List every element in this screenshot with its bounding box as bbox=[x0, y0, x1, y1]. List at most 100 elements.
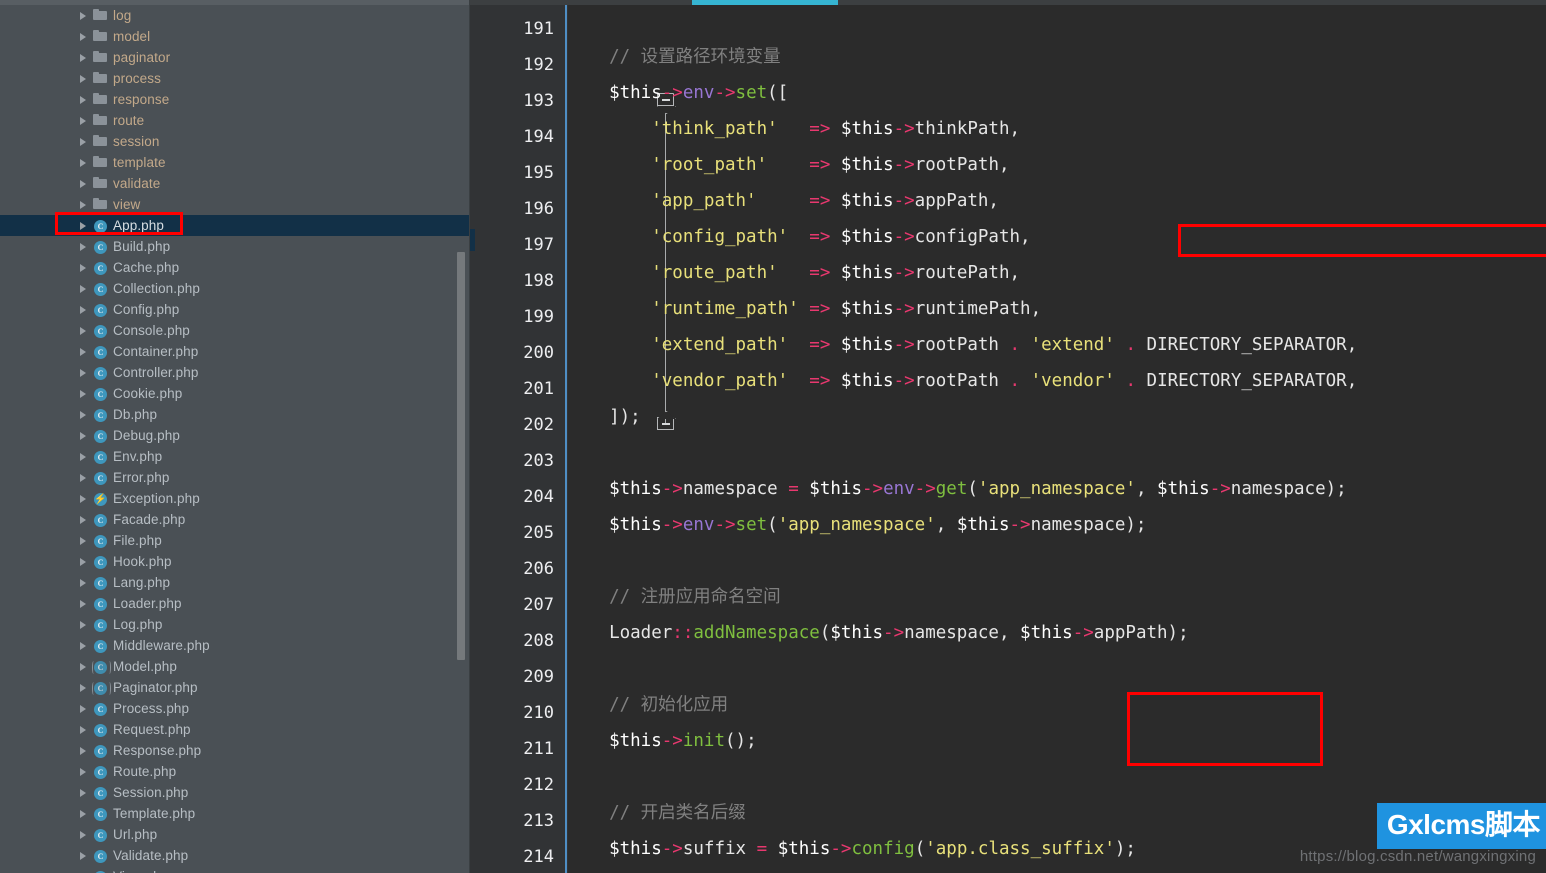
code-line-214[interactable]: $this->suffix = $this->config('app.class… bbox=[588, 831, 1136, 867]
tree-item-view-php[interactable]: CView.php bbox=[0, 866, 470, 873]
code-line-193[interactable]: $this->env->set([ bbox=[588, 75, 788, 111]
file-tree[interactable]: log model paginator process response route ses… bbox=[0, 5, 470, 873]
expand-arrow-icon[interactable] bbox=[78, 446, 92, 467]
expand-arrow-icon[interactable] bbox=[78, 551, 92, 572]
tree-item-debug-php[interactable]: C Debug.php bbox=[0, 425, 470, 446]
expand-arrow-icon[interactable] bbox=[78, 467, 92, 488]
tree-item-error-php[interactable]: C Error.php bbox=[0, 467, 470, 488]
tree-item-paginator-php[interactable]: C Paginator.php bbox=[0, 677, 470, 698]
expand-arrow-icon[interactable] bbox=[78, 131, 92, 152]
tree-item-response-php[interactable]: C Response.php bbox=[0, 740, 470, 761]
tree-item-config-php[interactable]: C Config.php bbox=[0, 299, 470, 320]
expand-arrow-icon[interactable] bbox=[78, 110, 92, 131]
tree-item-template-php[interactable]: C Template.php bbox=[0, 803, 470, 824]
code-line-211[interactable]: $this->init(); bbox=[588, 723, 757, 759]
tree-item-route-php[interactable]: C Route.php bbox=[0, 761, 470, 782]
expand-arrow-icon[interactable] bbox=[78, 845, 92, 866]
expand-arrow-icon[interactable] bbox=[78, 656, 92, 677]
tree-item-middleware-php[interactable]: C Middleware.php bbox=[0, 635, 470, 656]
expand-arrow-icon[interactable] bbox=[78, 425, 92, 446]
tree-item-session-php[interactable]: C Session.php bbox=[0, 782, 470, 803]
tree-item-request-php[interactable]: C Request.php bbox=[0, 719, 470, 740]
expand-arrow-icon[interactable] bbox=[78, 803, 92, 824]
expand-arrow-icon[interactable] bbox=[78, 614, 92, 635]
tree-item-env-php[interactable]: C Env.php bbox=[0, 446, 470, 467]
tree-item-loader-php[interactable]: C Loader.php bbox=[0, 593, 470, 614]
code-line-195[interactable]: 'root_path' => $this->rootPath, bbox=[588, 147, 1009, 183]
tree-item-controller-php[interactable]: C Controller.php bbox=[0, 362, 470, 383]
code-line-192[interactable]: // 设置路径环境变量 bbox=[588, 39, 781, 75]
tree-item-file-php[interactable]: C File.php bbox=[0, 530, 470, 551]
tree-item-build-php[interactable]: C Build.php bbox=[0, 236, 470, 257]
expand-arrow-icon[interactable] bbox=[78, 152, 92, 173]
code-line-196[interactable]: 'app_path' => $this->appPath, bbox=[588, 183, 999, 219]
line-number-gutter[interactable]: 191 192 193 194 195 196 197 198 199 200 201 202 203 2… bbox=[470, 5, 568, 873]
tree-item-log[interactable]: log bbox=[0, 5, 470, 26]
code-line-204[interactable]: $this->namespace = $this->env->get('app_… bbox=[588, 471, 1347, 507]
code-line-198[interactable]: 'route_path' => $this->routePath, bbox=[588, 255, 1020, 291]
tree-item-template[interactable]: template bbox=[0, 152, 470, 173]
code-line-199[interactable]: 'runtime_path' => $this->runtimePath, bbox=[588, 291, 1041, 327]
tree-item-exception-php[interactable]: ⚡ Exception.php bbox=[0, 488, 470, 509]
tree-item-collection-php[interactable]: C Collection.php bbox=[0, 278, 470, 299]
expand-arrow-icon[interactable] bbox=[78, 782, 92, 803]
expand-arrow-icon[interactable] bbox=[78, 299, 92, 320]
tree-item-model[interactable]: model bbox=[0, 26, 470, 47]
expand-arrow-icon[interactable] bbox=[78, 257, 92, 278]
code-line-207[interactable]: // 注册应用命名空间 bbox=[588, 579, 781, 615]
expand-arrow-icon[interactable] bbox=[78, 635, 92, 656]
expand-arrow-icon[interactable] bbox=[78, 383, 92, 404]
tree-item-log-php[interactable]: C Log.php bbox=[0, 614, 470, 635]
project-tool-window[interactable]: log model paginator process response route ses… bbox=[0, 0, 470, 873]
code-line-210[interactable]: // 初始化应用 bbox=[588, 687, 728, 723]
code-line-208[interactable]: Loader::addNamespace($this->namespace, $… bbox=[588, 615, 1189, 651]
code-editor[interactable]: 191 192 193 194 195 196 197 198 199 200 201 202 203 2… bbox=[470, 0, 1546, 873]
expand-arrow-icon[interactable] bbox=[78, 194, 92, 215]
expand-arrow-icon[interactable] bbox=[78, 278, 92, 299]
expand-arrow-icon[interactable] bbox=[78, 761, 92, 782]
expand-arrow-icon[interactable] bbox=[78, 824, 92, 845]
code-line-213[interactable]: // 开启类名后缀 bbox=[588, 795, 746, 831]
expand-arrow-icon[interactable] bbox=[78, 509, 92, 530]
tree-item-url-php[interactable]: C Url.php bbox=[0, 824, 470, 845]
tree-item-hook-php[interactable]: C Hook.php bbox=[0, 551, 470, 572]
expand-arrow-icon[interactable] bbox=[78, 677, 92, 698]
tree-item-view[interactable]: view bbox=[0, 194, 470, 215]
tree-item-facade-php[interactable]: C Facade.php bbox=[0, 509, 470, 530]
code-line-201[interactable]: 'vendor_path' => $this->rootPath . 'vend… bbox=[588, 363, 1357, 399]
expand-arrow-icon[interactable] bbox=[78, 236, 92, 257]
expand-arrow-icon[interactable] bbox=[78, 47, 92, 68]
tree-item-validate-php[interactable]: C Validate.php bbox=[0, 845, 470, 866]
tree-item-app-php[interactable]: C App.php bbox=[0, 215, 470, 236]
code-content[interactable]: // 设置路径环境变量 $this->env->set([ 'think_pat… bbox=[588, 5, 1546, 873]
expand-arrow-icon[interactable] bbox=[78, 215, 92, 236]
expand-arrow-icon[interactable] bbox=[78, 320, 92, 341]
tree-item-process[interactable]: process bbox=[0, 68, 470, 89]
expand-arrow-icon[interactable] bbox=[78, 173, 92, 194]
tree-item-db-php[interactable]: C Db.php bbox=[0, 404, 470, 425]
code-line-194[interactable]: 'think_path' => $this->thinkPath, bbox=[588, 111, 1020, 147]
tree-item-validate[interactable]: validate bbox=[0, 173, 470, 194]
tree-item-cache-php[interactable]: C Cache.php bbox=[0, 257, 470, 278]
expand-arrow-icon[interactable] bbox=[78, 26, 92, 47]
expand-arrow-icon[interactable] bbox=[78, 593, 92, 614]
code-line-202[interactable]: ]); bbox=[588, 399, 641, 435]
tree-item-paginator[interactable]: paginator bbox=[0, 47, 470, 68]
code-line-205[interactable]: $this->env->set('app_namespace', $this->… bbox=[588, 507, 1146, 543]
tree-item-response[interactable]: response bbox=[0, 89, 470, 110]
tree-item-session[interactable]: session bbox=[0, 131, 470, 152]
expand-arrow-icon[interactable] bbox=[78, 866, 92, 873]
expand-arrow-icon[interactable] bbox=[78, 572, 92, 593]
expand-arrow-icon[interactable] bbox=[78, 488, 92, 509]
expand-arrow-icon[interactable] bbox=[78, 89, 92, 110]
code-folding-column[interactable] bbox=[566, 5, 674, 873]
expand-arrow-icon[interactable] bbox=[78, 698, 92, 719]
tree-item-lang-php[interactable]: C Lang.php bbox=[0, 572, 470, 593]
code-line-200[interactable]: 'extend_path' => $this->rootPath . 'exte… bbox=[588, 327, 1357, 363]
tree-item-process-php[interactable]: C Process.php bbox=[0, 698, 470, 719]
expand-arrow-icon[interactable] bbox=[78, 341, 92, 362]
expand-arrow-icon[interactable] bbox=[78, 68, 92, 89]
code-line-197[interactable]: 'config_path' => $this->configPath, bbox=[588, 219, 1030, 255]
expand-arrow-icon[interactable] bbox=[78, 530, 92, 551]
tree-item-route[interactable]: route bbox=[0, 110, 470, 131]
